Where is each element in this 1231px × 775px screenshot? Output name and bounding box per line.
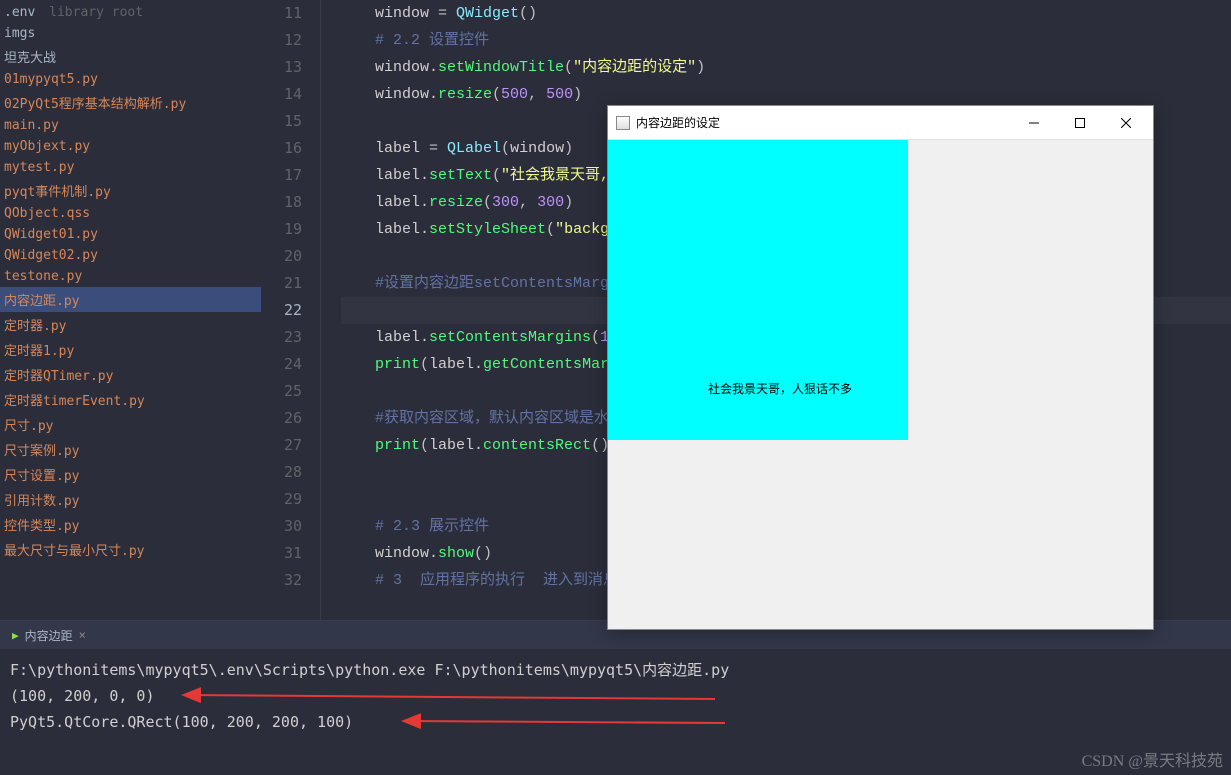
file-tree-item[interactable]: imgs <box>0 23 261 44</box>
app-body: 社会我景天哥，人狠话不多 <box>608 140 1153 629</box>
file-tree-item[interactable]: 尺寸设置.py <box>0 462 261 487</box>
file-tree-item[interactable]: 01mypyqt5.py <box>0 69 261 90</box>
file-tree-item[interactable]: 定时器timerEvent.py <box>0 387 261 412</box>
console-line: PyQt5.QtCore.QRect(100, 200, 200, 100) <box>10 709 1221 735</box>
watermark: CSDN @景天科技苑 <box>1082 747 1223 771</box>
root-label: .env <box>4 5 35 20</box>
label-text: 社会我景天哥，人狠话不多 <box>708 380 908 397</box>
file-tree-item[interactable]: mytest.py <box>0 157 261 178</box>
file-tree-item[interactable]: QObject.qss <box>0 203 261 224</box>
file-tree-item[interactable]: QWidget02.py <box>0 245 261 266</box>
file-tree-item[interactable]: 坦克大战 <box>0 44 261 69</box>
close-button[interactable] <box>1103 108 1149 138</box>
maximize-button[interactable] <box>1057 108 1103 138</box>
file-tree-item[interactable]: 尺寸.py <box>0 412 261 437</box>
file-tree-item[interactable]: 02PyQt5程序基本结构解析.py <box>0 90 261 115</box>
file-tree-item[interactable]: myObjext.py <box>0 136 261 157</box>
console-line: F:\pythonitems\mypyqt5\.env\Scripts\pyth… <box>10 657 1221 683</box>
file-tree-item[interactable]: 定时器1.py <box>0 337 261 362</box>
file-tree-item[interactable]: 引用计数.py <box>0 487 261 512</box>
file-tree[interactable]: .env library root imgs坦克大战01mypyqt5.py02… <box>0 0 261 620</box>
window-title: 内容边距的设定 <box>636 114 720 131</box>
console-tab-run[interactable]: ▶ 内容边距 × <box>4 625 94 646</box>
output-app-window[interactable]: 内容边距的设定 社会我景天哥，人狠话不多 <box>607 105 1154 630</box>
file-tree-item[interactable]: 最大尺寸与最小尺寸.py <box>0 537 261 562</box>
console-tab-label: 内容边距 <box>25 627 73 644</box>
console-panel: ▶ 内容边距 × F:\pythonitems\mypyqt5\.env\Scr… <box>0 620 1231 775</box>
line-gutter: 1112131415161718192021222324252627282930… <box>261 0 321 620</box>
cyan-label-widget: 社会我景天哥，人狠话不多 <box>608 140 908 440</box>
file-tree-item[interactable]: 尺寸案例.py <box>0 437 261 462</box>
file-tree-item[interactable]: testone.py <box>0 266 261 287</box>
root-hint: library root <box>49 5 143 20</box>
console-output[interactable]: F:\pythonitems\mypyqt5\.env\Scripts\pyth… <box>0 649 1231 743</box>
file-tree-item[interactable]: 定时器QTimer.py <box>0 362 261 387</box>
play-icon: ▶ <box>12 629 19 642</box>
minimize-button[interactable] <box>1011 108 1057 138</box>
file-tree-item[interactable]: 内容边距.py <box>0 287 261 312</box>
app-icon <box>616 116 630 130</box>
file-tree-item[interactable]: 控件类型.py <box>0 512 261 537</box>
close-icon[interactable]: × <box>79 628 86 642</box>
window-controls <box>1011 108 1149 138</box>
file-tree-item[interactable]: 定时器.py <box>0 312 261 337</box>
file-tree-item[interactable]: pyqt事件机制.py <box>0 178 261 203</box>
titlebar[interactable]: 内容边距的设定 <box>608 106 1153 140</box>
file-tree-item[interactable]: QWidget01.py <box>0 224 261 245</box>
console-line: (100, 200, 0, 0) <box>10 683 1221 709</box>
project-root[interactable]: .env library root <box>0 2 261 23</box>
file-tree-item[interactable]: main.py <box>0 115 261 136</box>
